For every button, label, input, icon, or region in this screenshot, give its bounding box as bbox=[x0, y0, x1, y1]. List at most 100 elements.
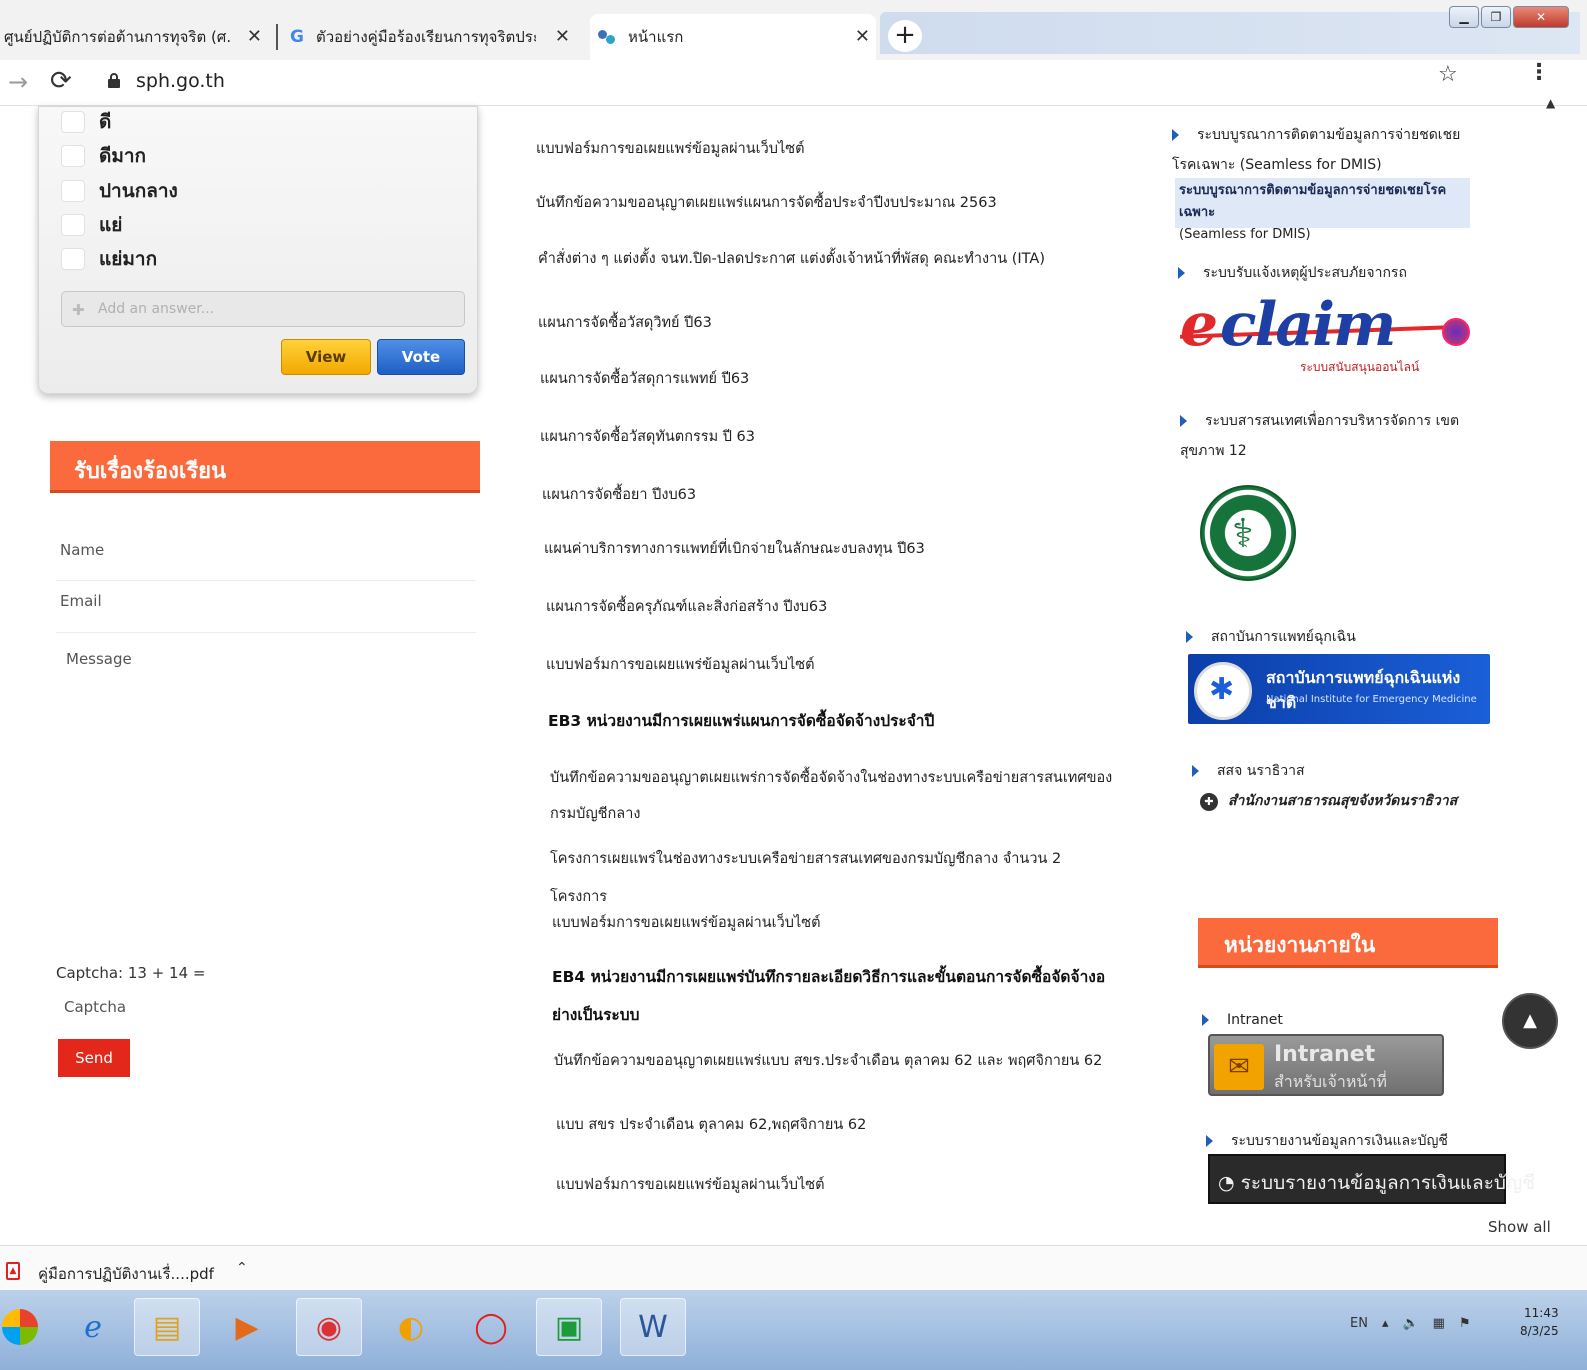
document-link[interactable]: แผนค่าบริการทางการแพทย์ที่เบิกจ่ายในลักษ… bbox=[544, 530, 1114, 568]
ssj-logo[interactable]: ✚ สำนักงานสาธารณสุขจังหวัดนราธิวาส bbox=[1200, 790, 1457, 812]
action-center-flag-icon[interactable]: ⚑ bbox=[1459, 1316, 1471, 1331]
caduceus-icon: ⚕ bbox=[1232, 511, 1254, 557]
intranet-banner[interactable]: ✉ Intranet สำหรับเจ้าหน้าที่ bbox=[1208, 1034, 1444, 1096]
document-link[interactable]: แบบฟอร์มการขอเผยแพร่ข้อมูลผ่านเว็บไซต์ bbox=[546, 646, 1116, 684]
captcha-input[interactable]: Captcha bbox=[64, 998, 126, 1016]
dmis-banner[interactable]: ระบบบูรณาการติดตามข้อมูลการจ่ายชดเชยโรคเ… bbox=[1175, 178, 1470, 242]
chrome-icon[interactable]: ◉ bbox=[296, 1298, 362, 1356]
scrollbar-up-arrow-icon[interactable]: ▲ bbox=[1546, 96, 1555, 110]
sidebar-link-finance[interactable]: ระบบรายงานข้อมูลการเงินและบัญชี bbox=[1206, 1126, 1448, 1156]
show-all-downloads-link[interactable]: Show all bbox=[1488, 1218, 1551, 1236]
window-controls: ▁ ❐ ✕ bbox=[1449, 6, 1569, 28]
section-heading-eb4: EB4 หน่วยงานมีการเผยแพร่บันทึกรายละเอียด… bbox=[552, 968, 1106, 1024]
poll-option[interactable]: ปานกลาง bbox=[61, 176, 178, 206]
internet-explorer-icon[interactable]: ℯ bbox=[60, 1298, 126, 1356]
restore-icon[interactable]: ❐ bbox=[1481, 6, 1511, 28]
tab-separator bbox=[276, 24, 278, 50]
niem-banner[interactable]: ✱ สถาบันการแพทย์ฉุกเฉินแห่งชาติ National… bbox=[1188, 654, 1490, 724]
bullet-arrow-icon bbox=[1192, 765, 1199, 777]
system-tray: EN ▴ 🔈 ▦ ⚑ bbox=[1350, 1316, 1471, 1331]
chevron-up-icon[interactable]: ⌃ bbox=[236, 1260, 248, 1276]
document-link[interactable]: บันทึกข้อความขออนุญาตเผยแพร่แผนการจัดซื้… bbox=[536, 184, 1106, 222]
eclaim-logo[interactable]: e claim ระบบสนับสนุนออนไลน์ bbox=[1180, 290, 1480, 380]
sidebar-link-dmis[interactable]: ระบบบูรณาการติดตามข้อมูลการจ่ายชดเชยโรคเ… bbox=[1172, 120, 1472, 180]
show-hidden-icons-icon[interactable]: ▴ bbox=[1382, 1316, 1389, 1331]
name-field[interactable]: Name bbox=[60, 541, 104, 559]
star-of-life-icon: ✱ bbox=[1194, 662, 1252, 720]
tab-title: ศูนย์ปฏิบัติการต่อต้านการทุจริต (ศ. bbox=[4, 28, 232, 46]
line-app-icon[interactable]: ▣ bbox=[536, 1298, 602, 1356]
poll-option[interactable]: แย่ bbox=[61, 210, 122, 240]
radio-button[interactable] bbox=[61, 248, 85, 270]
email-field[interactable]: Email bbox=[60, 592, 102, 610]
finance-report-banner[interactable]: ◔ ระบบรายงานข้อมูลการเงินและบัญชี bbox=[1208, 1154, 1535, 1204]
clock-date: 8/3/25 bbox=[1520, 1324, 1559, 1338]
document-link[interactable]: แผนการจัดซื้อวัสดุการแพทย์ ปี63 bbox=[540, 360, 1110, 398]
file-explorer-icon[interactable]: ▤ bbox=[134, 1298, 200, 1356]
document-link[interactable]: บันทึกข้อความขออนุญาตเผยแพร่การจัดซื้อจั… bbox=[550, 760, 1120, 832]
poll-option[interactable]: แย่มาก bbox=[61, 244, 157, 274]
scroll-to-top-button[interactable]: ▲ bbox=[1502, 993, 1558, 1049]
tab-anti-corruption[interactable]: ศูนย์ปฏิบัติการต่อต้านการทุจริต (ศ. ✕ bbox=[0, 14, 268, 60]
sidebar-link-ssj[interactable]: สสจ นราธิวาส bbox=[1192, 756, 1305, 786]
document-link[interactable]: แผนการจัดซื้อยา ปีงบ63 bbox=[542, 476, 1112, 514]
opera-icon[interactable]: ◯ bbox=[458, 1298, 524, 1356]
document-link[interactable]: แผนการจัดซื้อวัสดุวิทย์ ปี63 bbox=[538, 304, 1108, 342]
divider bbox=[56, 580, 476, 581]
messenger-app-icon[interactable]: ◐ bbox=[378, 1298, 444, 1356]
bullet-arrow-icon bbox=[1178, 267, 1185, 279]
window-close-icon[interactable]: ✕ bbox=[1513, 6, 1569, 28]
radio-button[interactable] bbox=[61, 111, 85, 133]
niem-banner-subtitle: National Institute for Emergency Medicin… bbox=[1266, 694, 1477, 705]
sidebar-link-intranet[interactable]: Intranet bbox=[1202, 1005, 1283, 1035]
document-link[interactable]: แผนการจัดซื้อครุภัณฑ์และสิ่งก่อสร้าง ปีง… bbox=[546, 588, 1116, 626]
document-link[interactable]: แบบ สขร ประจำเดือน ตุลาคม 62,พฤศจิกายน 6… bbox=[556, 1106, 1126, 1144]
radio-button[interactable] bbox=[61, 145, 85, 167]
radio-button[interactable] bbox=[61, 180, 85, 202]
send-button[interactable]: Send bbox=[58, 1039, 130, 1077]
sidebar-link-eclaim[interactable]: ระบบรับแจ้งเหตุผู้ประสบภัยจากรถ bbox=[1178, 258, 1407, 288]
document-link[interactable]: บันทึกข้อความขออนุญาตเผยแพร่แบบ สขร.ประจ… bbox=[554, 1042, 1124, 1080]
add-answer-input[interactable]: ✚ Add an answer... bbox=[61, 291, 465, 327]
document-link[interactable]: แบบฟอร์มการขอเผยแพร่ข้อมูลผ่านเว็บไซต์ bbox=[556, 1166, 1126, 1204]
bullet-arrow-icon bbox=[1206, 1135, 1213, 1147]
logo-orb-icon bbox=[1442, 318, 1470, 346]
bullet-arrow-icon bbox=[1186, 631, 1193, 643]
minimize-icon[interactable]: ▁ bbox=[1449, 6, 1479, 28]
intranet-banner-subtitle: สำหรับเจ้าหน้าที่ bbox=[1274, 1072, 1387, 1091]
sidebar-link-health-region[interactable]: ระบบสารสนเทศเพื่อการบริหารจัดการ เขตสุขภ… bbox=[1180, 406, 1470, 466]
poll-option[interactable]: ดีมาก bbox=[61, 141, 146, 171]
url-field[interactable]: sph.go.th bbox=[136, 70, 225, 92]
bookmark-star-icon[interactable]: ☆ bbox=[1438, 62, 1458, 87]
kebab-menu-icon[interactable]: ⋮ bbox=[1528, 60, 1550, 85]
reload-icon[interactable]: ⟳ bbox=[50, 66, 72, 96]
download-shelf: Show all ▲ คู่มือการปฏิบัติงานเรื่....pd… bbox=[0, 1218, 1587, 1291]
poll-option[interactable]: ดี bbox=[61, 107, 111, 137]
system-clock[interactable]: 11:43 8/3/25 bbox=[1520, 1304, 1559, 1340]
network-icon[interactable]: ▦ bbox=[1433, 1316, 1445, 1331]
intranet-banner-title: Intranet bbox=[1274, 1042, 1376, 1067]
downloaded-file-item[interactable]: คู่มือการปฏิบัติงานเรื่....pdf bbox=[38, 1262, 214, 1286]
tab-title: ตัวอย่างคู่มือร้องเรียนการทุจริตประ bbox=[315, 28, 536, 46]
bullet-arrow-icon bbox=[1202, 1014, 1209, 1026]
document-link[interactable]: แบบฟอร์มการขอเผยแพร่ข้อมูลผ่านเว็บไซต์ bbox=[536, 130, 1106, 168]
message-field[interactable]: Message bbox=[66, 650, 132, 668]
ministry-of-public-health-seal[interactable]: ⚕ bbox=[1200, 485, 1296, 581]
start-button[interactable] bbox=[0, 1298, 40, 1356]
radio-button[interactable] bbox=[61, 214, 85, 236]
sidebar-link-niem[interactable]: สถาบันการแพทย์ฉุกเฉิน bbox=[1186, 622, 1356, 652]
vote-button[interactable]: Vote bbox=[377, 339, 465, 375]
volume-icon[interactable]: 🔈 bbox=[1402, 1316, 1418, 1331]
lock-icon[interactable] bbox=[108, 73, 120, 88]
media-player-icon[interactable]: ▶ bbox=[214, 1298, 280, 1356]
document-link[interactable]: แผนการจัดซื้อวัสดุทันตกรรม ปี 63 bbox=[540, 418, 1110, 456]
view-results-button[interactable]: View bbox=[281, 339, 371, 375]
forward-arrow-icon[interactable]: → bbox=[8, 68, 28, 96]
close-icon[interactable]: ✕ bbox=[247, 26, 262, 47]
document-link[interactable]: คำสั่งต่าง ๆ แต่งตั้ง จนท.ปิด-ปลดประกาศ … bbox=[538, 240, 1108, 278]
word-icon[interactable]: W bbox=[620, 1298, 686, 1356]
google-icon: G bbox=[290, 27, 304, 47]
eclaim-logo-e: e bbox=[1180, 290, 1219, 360]
language-indicator[interactable]: EN bbox=[1350, 1316, 1368, 1331]
document-link[interactable]: แบบฟอร์มการขอเผยแพร่ข้อมูลผ่านเว็บไซต์ bbox=[552, 904, 1122, 942]
